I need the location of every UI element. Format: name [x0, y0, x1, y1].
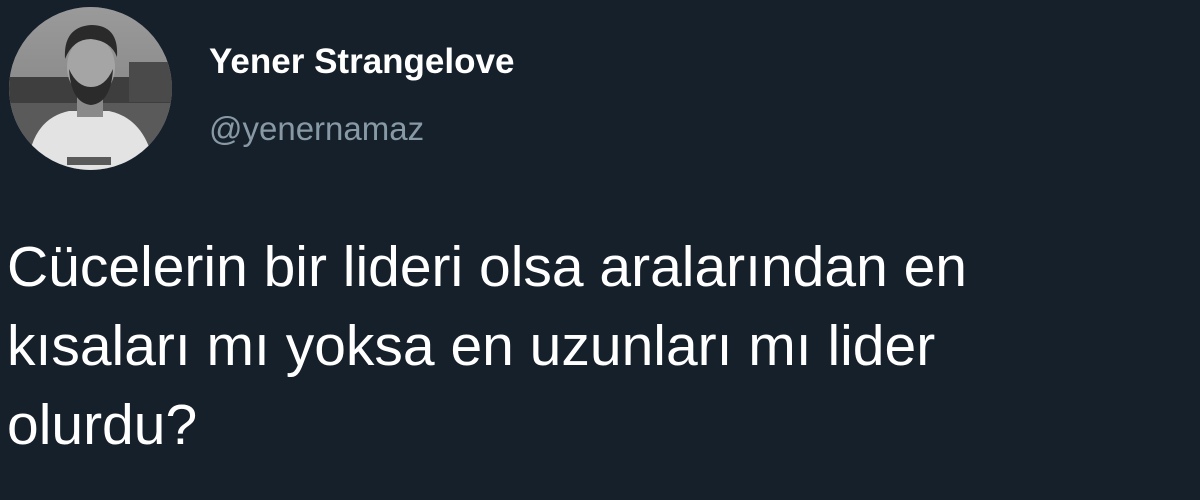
avatar-photo	[9, 7, 172, 170]
avatar[interactable]	[9, 7, 172, 170]
tweet-card: Yener Strangelove @yenernamaz Cücelerin …	[0, 0, 1200, 500]
author-handle[interactable]: @yenernamaz	[209, 109, 514, 149]
tweet-text-line: olurdu?	[7, 393, 198, 457]
tweet-text: Cücelerin bir lideri olsa aralarından en…	[7, 228, 1192, 465]
author-block: Yener Strangelove @yenernamaz	[209, 40, 514, 149]
tweet-text-line: kısaları mı yoksa en uzunları mı lider	[7, 314, 936, 378]
tweet-text-line: Cücelerin bir lideri olsa aralarından en	[7, 235, 968, 299]
author-display-name[interactable]: Yener Strangelove	[209, 40, 514, 84]
